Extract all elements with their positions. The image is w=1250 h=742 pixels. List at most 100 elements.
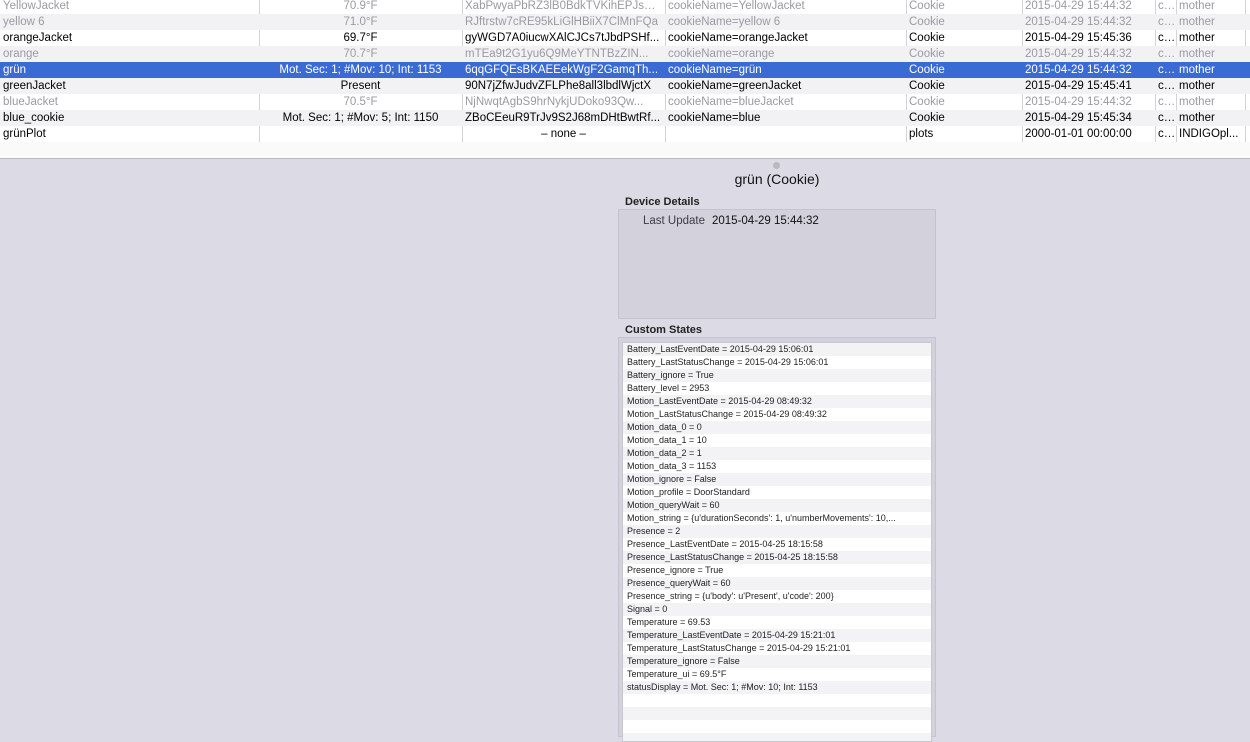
cell-name: grünPlot bbox=[3, 128, 46, 140]
custom-state-item[interactable]: Signal = 0 bbox=[623, 603, 931, 616]
cell-folder: INDIGOpl... bbox=[1179, 128, 1239, 140]
custom-state-item[interactable]: Presence = 2 bbox=[623, 525, 931, 538]
cell-name: grün bbox=[3, 64, 27, 76]
custom-state-item[interactable]: Battery_LastEventDate = 2015-04-29 15:06… bbox=[623, 343, 931, 356]
cell-notes: cookieName=grün bbox=[668, 64, 762, 76]
custom-state-item[interactable]: Temperature_LastEventDate = 2015-04-29 1… bbox=[623, 629, 931, 642]
cell-type: Cookie bbox=[909, 64, 945, 76]
cell-state bbox=[259, 126, 462, 142]
cell-folder: mother bbox=[1179, 0, 1215, 12]
device-detail-title: grün (Cookie) bbox=[734, 171, 820, 187]
cell-last-changed: 2000-01-01 00:00:00 bbox=[1025, 128, 1132, 140]
custom-state-item[interactable]: Presence_ignore = True bbox=[623, 564, 931, 577]
cell-address: 90N7jZfwJudvZFLPhe8all3lbdlWjctX bbox=[465, 80, 651, 92]
cell-last-changed: 2015-04-29 15:44:32 bbox=[1025, 16, 1132, 28]
custom-state-item[interactable]: Motion_data_3 = 1153 bbox=[623, 460, 931, 473]
cell-name: blue_cookie bbox=[3, 112, 65, 124]
custom-state-item[interactable]: Motion_LastEventDate = 2015-04-29 08:49:… bbox=[623, 395, 931, 408]
custom-state-item[interactable]: Motion_LastStatusChange = 2015-04-29 08:… bbox=[623, 408, 931, 421]
cell-name: YellowJacket bbox=[3, 0, 70, 12]
cell-address: 6qqGFQEsBKAEEekWgF2GamqTh... bbox=[465, 64, 659, 76]
cell-col7: c... bbox=[1158, 0, 1174, 12]
custom-state-item[interactable]: Temperature = 69.53 bbox=[623, 616, 931, 629]
custom-state-item[interactable]: Motion_data_2 = 1 bbox=[623, 447, 931, 460]
custom-state-item[interactable]: Battery_level = 2953 bbox=[623, 382, 931, 395]
cell-name: orangeJacket bbox=[3, 32, 73, 44]
table-row[interactable]: blue_cookie Mot. Sec: 1; #Mov: 5; Int: 11… bbox=[0, 110, 1250, 126]
cell-folder: mother bbox=[1179, 64, 1215, 76]
table-row[interactable]: blueJacket 70.5°F NjNwqtAgbS9hrNykjUDoko93… bbox=[0, 94, 1250, 110]
table-row[interactable]: grünPlot – none – plots 2000-01-01 00:00:00… bbox=[0, 126, 1250, 142]
cell-name: orange bbox=[3, 48, 39, 60]
custom-state-empty bbox=[623, 694, 931, 707]
custom-state-item[interactable]: Presence_queryWait = 60 bbox=[623, 577, 931, 590]
cell-name: blueJacket bbox=[3, 96, 58, 108]
custom-states-list[interactable]: Battery_LastEventDate = 2015-04-29 15:06… bbox=[622, 342, 932, 742]
device-table[interactable]: YellowJacket 70.9°F XabPwyaPbRZ3lB0BdkTVKi… bbox=[0, 0, 1250, 159]
cell-folder: mother bbox=[1179, 32, 1215, 44]
cell-address: RJftrstw7cRE95kLiGlHBiiX7ClMnFQa bbox=[465, 16, 658, 28]
cell-type: Cookie bbox=[909, 96, 945, 108]
cell-name: yellow 6 bbox=[3, 16, 45, 28]
custom-state-item[interactable]: Battery_ignore = True bbox=[623, 369, 931, 382]
cell-state: 71.0°F bbox=[343, 16, 378, 28]
cell-type: Cookie bbox=[909, 0, 945, 12]
cell-type: Cookie bbox=[909, 80, 945, 92]
custom-state-item[interactable]: Motion_queryWait = 60 bbox=[623, 499, 931, 512]
cell-folder: mother bbox=[1179, 16, 1215, 28]
cell-last-changed: 2015-04-29 15:45:41 bbox=[1025, 80, 1132, 92]
table-row[interactable]: yellow 6 71.0°F RJftrstw7cRE95kLiGlHBiiX7C… bbox=[0, 14, 1250, 30]
cell-notes: cookieName=blueJacket bbox=[668, 96, 794, 108]
cell-state: Mot. Sec: 1; #Mov: 5; Int: 1150 bbox=[282, 112, 439, 124]
cell-col7: c... bbox=[1158, 96, 1174, 108]
split-view-handle[interactable] bbox=[773, 162, 780, 169]
cell-type: plots bbox=[909, 128, 934, 140]
cell-col7: c... bbox=[1158, 32, 1174, 44]
cell-notes: cookieName=orangeJacket bbox=[668, 32, 808, 44]
cell-last-changed: 2015-04-29 15:44:32 bbox=[1025, 96, 1132, 108]
cell-notes: cookieName=YellowJacket bbox=[668, 0, 805, 12]
device-details-heading: Device Details bbox=[625, 196, 700, 208]
table-row[interactable]: orangeJacket 69.7°F gyWGD7A0iucwXAlCJCs7tJ… bbox=[0, 30, 1250, 46]
last-update-value: 2015-04-29 15:44:32 bbox=[712, 215, 819, 227]
custom-state-item[interactable]: Motion_string = {u'durationSeconds': 1, … bbox=[623, 512, 931, 525]
custom-state-item[interactable]: Temperature_LastStatusChange = 2015-04-2… bbox=[623, 642, 931, 655]
table-row[interactable]: orange 70.7°F mTEa9t2G1yu6Q9MeYTNTBzZIN...… bbox=[0, 46, 1250, 62]
cell-state: 70.5°F bbox=[343, 96, 378, 108]
cell-address: NjNwqtAgbS9hrNykjUDoko93Qw... bbox=[465, 96, 644, 108]
custom-state-item[interactable]: Presence_string = {u'body': u'Present', … bbox=[623, 590, 931, 603]
cell-folder: mother bbox=[1179, 48, 1215, 60]
custom-state-item[interactable]: statusDisplay = Mot. Sec: 1; #Mov: 10; I… bbox=[623, 681, 931, 694]
custom-state-item[interactable]: Motion_data_0 = 0 bbox=[623, 421, 931, 434]
cell-type: Cookie bbox=[909, 32, 945, 44]
cell-last-changed: 2015-04-29 15:45:34 bbox=[1025, 112, 1132, 124]
cell-name: greenJacket bbox=[3, 80, 66, 92]
cell-type: Cookie bbox=[909, 112, 945, 124]
cell-col7: c... bbox=[1158, 80, 1174, 92]
table-row[interactable]: YellowJacket 70.9°F XabPwyaPbRZ3lB0BdkTVKi… bbox=[0, 0, 1250, 14]
custom-state-item[interactable]: Motion_data_1 = 10 bbox=[623, 434, 931, 447]
cell-col7: c... bbox=[1158, 64, 1174, 76]
cell-col7: c... bbox=[1158, 48, 1174, 60]
custom-state-item[interactable]: Presence_LastStatusChange = 2015-04-25 1… bbox=[623, 551, 931, 564]
cell-last-changed: 2015-04-29 15:44:32 bbox=[1025, 64, 1132, 76]
cell-notes bbox=[665, 126, 906, 142]
cell-state: 69.7°F bbox=[343, 32, 378, 44]
custom-state-item[interactable]: Presence_LastEventDate = 2015-04-25 18:1… bbox=[623, 538, 931, 551]
cell-notes: cookieName=greenJacket bbox=[668, 80, 802, 92]
table-row[interactable]: greenJacket Present 90N7jZfwJudvZFLPhe8all… bbox=[0, 78, 1250, 94]
cell-last-changed: 2015-04-29 15:44:32 bbox=[1025, 0, 1132, 12]
custom-state-item[interactable]: Motion_ignore = False bbox=[623, 473, 931, 486]
cell-address: mTEa9t2G1yu6Q9MeYTNTBzZIN... bbox=[465, 48, 649, 60]
cell-state: Mot. Sec: 1; #Mov: 10; Int: 1153 bbox=[279, 64, 442, 76]
table-row-empty bbox=[0, 142, 1250, 158]
custom-state-item[interactable]: Temperature_ignore = False bbox=[623, 655, 931, 668]
cell-address: ZBoCEeuR9TrJv9S2J68mDHtBwtRf... bbox=[465, 112, 661, 124]
custom-state-empty bbox=[623, 707, 931, 720]
cell-notes: cookieName=yellow 6 bbox=[668, 16, 781, 28]
custom-state-item[interactable]: Motion_profile = DoorStandard bbox=[623, 486, 931, 499]
custom-state-item[interactable]: Temperature_ui = 69.5°F bbox=[623, 668, 931, 681]
table-row[interactable]: grün Mot. Sec: 1; #Mov: 10; Int: 1153 6qqG… bbox=[0, 62, 1250, 78]
cell-state: 70.9°F bbox=[343, 0, 378, 12]
custom-state-item[interactable]: Battery_LastStatusChange = 2015-04-29 15… bbox=[623, 356, 931, 369]
